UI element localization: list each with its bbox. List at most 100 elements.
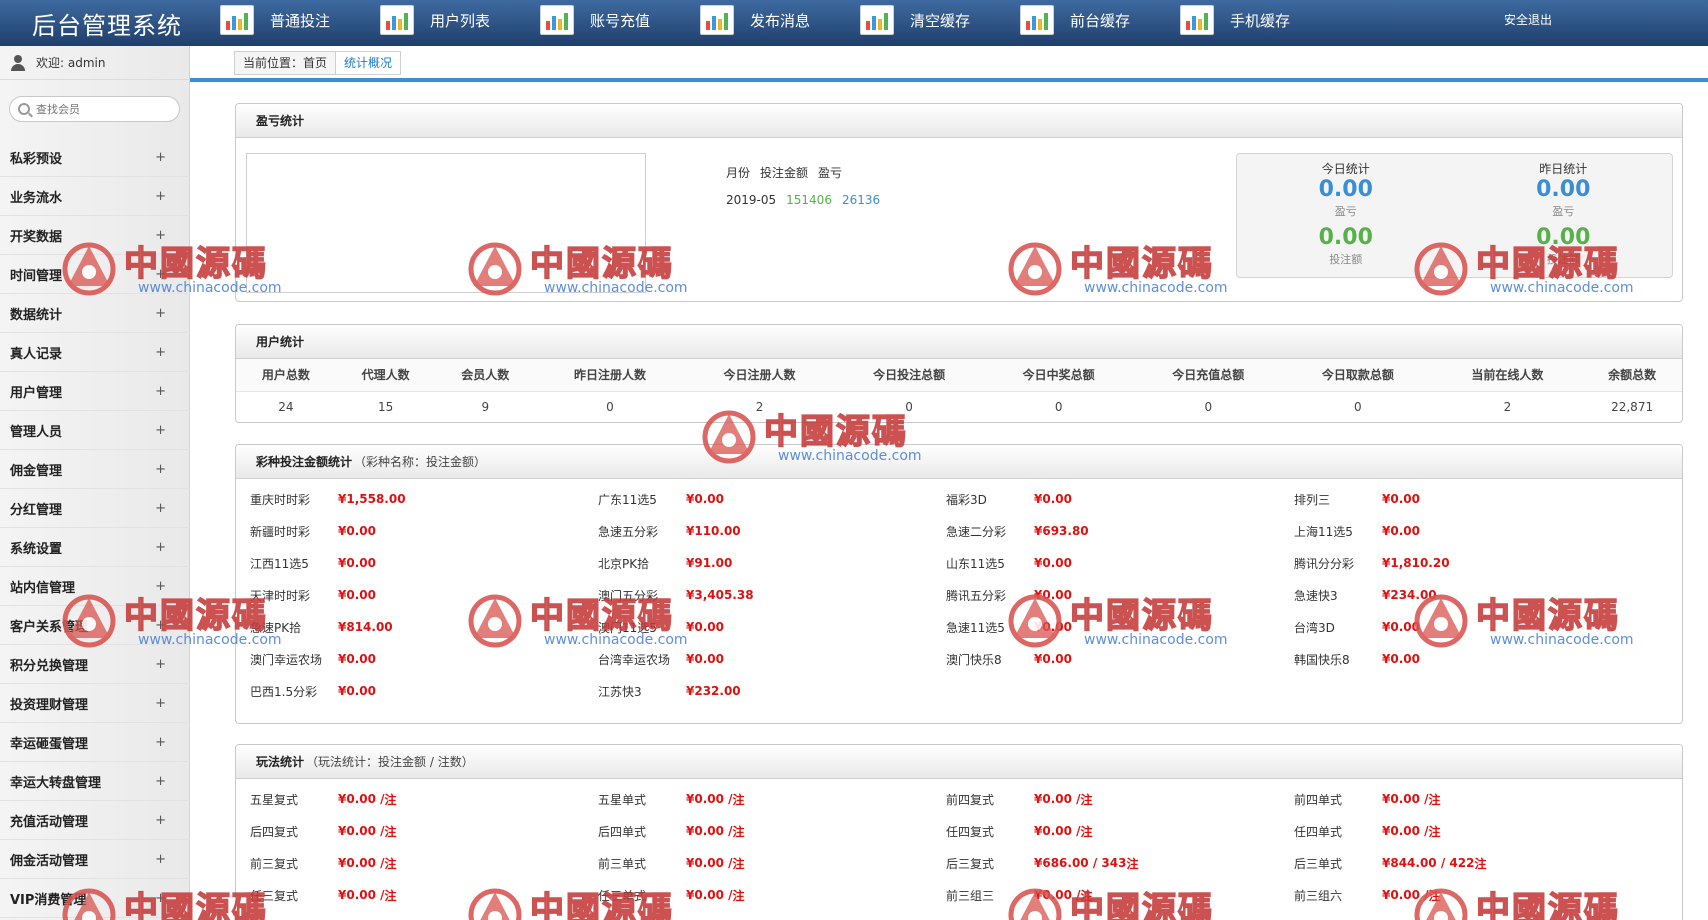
list-item: 澳门五分彩 ¥3,405.38 [598, 579, 946, 611]
play-amount: ¥0.00 / [686, 888, 733, 902]
sidebar-menu: 私彩预设 + 业务流水 + 开奖数据 + 时间管理 + 数据统计 + 真人记录 + 用户管理… [0, 138, 190, 918]
today-profit-value: 0.00 [1318, 177, 1373, 202]
panel-header: 玩法统计 （玩法统计：投注金额 / 注数） [236, 745, 1682, 779]
sidebar-item[interactable]: 数据统计 + [0, 294, 190, 333]
nav-label: 清空缓存 [910, 11, 971, 30]
nav-item-publish-message[interactable]: 发布消息 [700, 0, 860, 40]
lottery-name: 排列三 [1294, 492, 1331, 507]
play-unit: 注 [1080, 888, 1093, 903]
lottery-amount: ¥0.00 [1034, 556, 1072, 570]
nav-item-user-list[interactable]: 用户列表 [380, 0, 540, 40]
list-item: 急速11选5 ¥0.00 [946, 611, 1294, 643]
sidebar-item[interactable]: 业务流水 + [0, 177, 190, 216]
nav-item-clear-cache[interactable]: 清空缓存 [860, 0, 1020, 40]
lottery-amount: ¥0.00 [1034, 620, 1072, 634]
list-item: 台湾幸运农场 ¥0.00 [598, 643, 946, 675]
sidebar-item-label: 客户关系管理 [10, 619, 89, 635]
play-unit: 注 [384, 888, 397, 903]
play-unit: 注 [1080, 824, 1093, 839]
sidebar-item-label: 私彩预设 [10, 151, 63, 167]
column-header: 今日中奖总额 [983, 359, 1134, 392]
table-cell: 2 [755, 399, 764, 414]
play-unit: 注 [1428, 824, 1441, 839]
chart-icon [1180, 5, 1214, 35]
sidebar-item[interactable]: 分红管理 + [0, 489, 190, 528]
header-month: 月份 [726, 166, 751, 180]
table-cell: 9 [481, 399, 490, 414]
sidebar-item[interactable]: 幸运砸蛋管理 + [0, 723, 190, 762]
lottery-amount: ¥1,558.00 [338, 492, 406, 506]
search-icon [18, 103, 30, 115]
sidebar-item[interactable]: 投资理财管理 + [0, 684, 190, 723]
nav-item-frontend-cache[interactable]: 前台缓存 [1020, 0, 1180, 40]
sidebar-item[interactable]: 系统设置 + [0, 528, 190, 567]
panel-subtitle: （玩法统计：投注金额 / 注数） [306, 755, 474, 769]
list-item: 重庆时时彩 ¥1,558.00 [250, 483, 598, 515]
breadcrumb-divider [190, 78, 1708, 82]
top-header-bar: 后台管理系统 普通投注 用户列表 账号充值 发布消息 清空缓存 前台缓存 手机缓… [0, 0, 1708, 46]
logout-link[interactable]: 安全退出 [1504, 11, 1552, 28]
list-item: 前三组六 ¥0.00 / 注 [1294, 879, 1642, 911]
sidebar-item[interactable]: VIP消费管理 + [0, 879, 190, 918]
nav-item-recharge[interactable]: 账号充值 [540, 0, 700, 40]
column-header: 昨日注册人数 [535, 359, 685, 392]
play-name: 前四复式 [946, 792, 995, 807]
play-unit: 注 [1126, 856, 1139, 871]
list-item: 前四复式 ¥0.00 / 注 [946, 783, 1294, 815]
chart-icon [220, 5, 254, 35]
panel-header: 用户统计 [236, 325, 1682, 359]
column-header: 用户总数 [236, 359, 336, 392]
lottery-name: 福彩3D [946, 492, 987, 507]
sidebar-item-label: 投资理财管理 [10, 697, 89, 713]
chart-icon [700, 5, 734, 35]
lottery-amount: ¥0.00 [1034, 492, 1072, 506]
sidebar-item[interactable]: 私彩预设 + [0, 138, 190, 177]
chart-icon [540, 5, 574, 35]
member-search-input[interactable] [36, 102, 166, 116]
sidebar-item[interactable]: 客户关系管理 + [0, 606, 190, 645]
sidebar-item[interactable]: 真人记录 + [0, 333, 190, 372]
sidebar-item[interactable]: 站内信管理 + [0, 567, 190, 606]
list-item: 后三单式 ¥844.00 / 422 注 [1294, 847, 1642, 879]
breadcrumb-home[interactable]: 当前位置：首页 [234, 51, 337, 75]
column-header: 今日注册人数 [684, 359, 835, 392]
nav-label: 用户列表 [430, 11, 491, 30]
list-item: 福彩3D ¥0.00 [946, 483, 1294, 515]
lottery-amount: ¥0.00 [686, 620, 724, 634]
sidebar-item[interactable]: 管理人员 + [0, 411, 190, 450]
lottery-amount: ¥0.00 [1382, 620, 1420, 634]
play-type-grid: 五星复式 ¥0.00 / 注 五星单式 ¥0.00 / 注 前四复式 ¥0.00 / … [250, 783, 1670, 911]
user-icon [10, 54, 26, 71]
nav-item-mobile-cache[interactable]: 手机缓存 [1180, 0, 1340, 40]
list-item: 五星单式 ¥0.00 / 注 [598, 783, 946, 815]
sidebar-item-label: 数据统计 [10, 307, 63, 323]
sidebar-item-label: 佣金活动管理 [10, 853, 89, 869]
nav-label: 账号充值 [590, 11, 651, 30]
table-cell: 0 [1204, 399, 1213, 414]
list-item: 急速五分彩 ¥110.00 [598, 515, 946, 547]
play-unit: 注 [1428, 888, 1441, 903]
sidebar-item-label: 佣金管理 [10, 463, 63, 479]
sidebar-item[interactable]: 用户管理 + [0, 372, 190, 411]
lottery-name: 江苏快3 [598, 684, 642, 699]
sidebar-item[interactable]: 幸运大转盘管理 + [0, 762, 190, 801]
play-name: 前三单式 [598, 856, 647, 871]
lottery-amount: ¥0.00 [1382, 492, 1420, 506]
stat-label: 投注额 [1329, 253, 1363, 266]
yesterday-stats: 昨日统计 0.00 盈亏 0.00 投注额 [1455, 154, 1673, 277]
member-search-box[interactable] [9, 96, 180, 122]
expand-plus-icon: + [155, 773, 166, 789]
sidebar-item[interactable]: 积分兑换管理 + [0, 645, 190, 684]
sidebar-item[interactable]: 时间管理 + [0, 255, 190, 294]
list-item: 急速二分彩 ¥693.80 [946, 515, 1294, 547]
sidebar-item[interactable]: 充值活动管理 + [0, 801, 190, 840]
sidebar-item[interactable]: 佣金管理 + [0, 450, 190, 489]
sidebar-item[interactable]: 佣金活动管理 + [0, 840, 190, 879]
lottery-name: 台湾3D [1294, 620, 1335, 635]
nav-item-normal-bet[interactable]: 普通投注 [220, 0, 380, 40]
lottery-grid: 重庆时时彩 ¥1,558.00 广东11选5 ¥0.00 福彩3D ¥0.00 排列三… [250, 483, 1670, 707]
play-amount: ¥0.00 / [1382, 888, 1429, 902]
sidebar-item[interactable]: 开奖数据 + [0, 216, 190, 255]
app-logo-title: 后台管理系统 [32, 12, 182, 40]
list-item: 排列三 ¥0.00 [1294, 483, 1642, 515]
